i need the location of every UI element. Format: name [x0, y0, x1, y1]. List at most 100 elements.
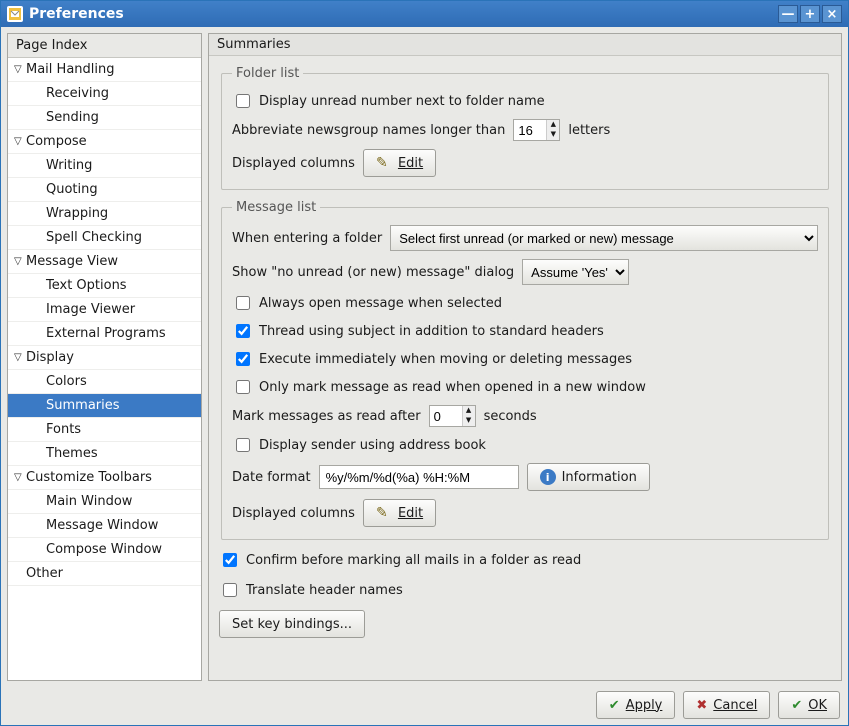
- sidebar-item-image-viewer[interactable]: Image Viewer: [8, 298, 201, 322]
- execute-immediately-label: Execute immediately when moving or delet…: [259, 352, 632, 367]
- folder-edit-columns-button[interactable]: Edit: [363, 149, 436, 177]
- ok-button[interactable]: OK: [778, 691, 840, 719]
- display-unread-input[interactable]: [236, 94, 250, 108]
- sidebar-group-display[interactable]: ▽ Display: [8, 346, 201, 370]
- sidebar-group-message-view[interactable]: ▽ Message View: [8, 250, 201, 274]
- information-button[interactable]: i Information: [527, 463, 650, 491]
- only-mark-window-input[interactable]: [236, 380, 250, 394]
- sidebar-item-colors[interactable]: Colors: [8, 370, 201, 394]
- sidebar-item-summaries[interactable]: Summaries: [8, 394, 201, 418]
- apply-button[interactable]: Apply: [596, 691, 676, 719]
- confirm-mark-all-checkbox[interactable]: Confirm before marking all mails in a fo…: [219, 550, 581, 570]
- mark-read-suffix: seconds: [484, 409, 537, 424]
- app-icon: [7, 6, 23, 22]
- edit-icon: [376, 505, 392, 521]
- preferences-window: Preferences — + × Page Index ▽ Mail Hand…: [0, 0, 849, 726]
- sidebar: Page Index ▽ Mail Handling Receiving Sen…: [7, 33, 202, 681]
- sidebar-item-wrapping[interactable]: Wrapping: [8, 202, 201, 226]
- apply-icon: [609, 698, 620, 713]
- edit-icon: [376, 155, 392, 171]
- sidebar-group-label: Customize Toolbars: [26, 470, 152, 485]
- content-panel: Summaries Folder list Display unread num…: [208, 33, 842, 681]
- edit-button-label: Edit: [398, 156, 423, 171]
- date-format-label: Date format: [232, 470, 311, 485]
- mark-read-spinner[interactable]: ▲▼: [429, 405, 476, 427]
- display-unread-label: Display unread number next to folder nam…: [259, 94, 545, 109]
- maximize-button[interactable]: +: [800, 5, 820, 23]
- spin-up-icon[interactable]: ▲: [463, 406, 475, 416]
- thread-subject-checkbox[interactable]: Thread using subject in addition to stan…: [232, 321, 604, 341]
- chevron-down-icon: ▽: [14, 136, 26, 147]
- execute-immediately-input[interactable]: [236, 352, 250, 366]
- sidebar-item-external-programs[interactable]: External Programs: [8, 322, 201, 346]
- abbrev-prefix: Abbreviate newsgroup names longer than: [232, 123, 505, 138]
- only-mark-window-label: Only mark message as read when opened in…: [259, 380, 646, 395]
- display-sender-ab-label: Display sender using address book: [259, 438, 486, 453]
- translate-headers-input[interactable]: [223, 583, 237, 597]
- message-list-legend: Message list: [232, 200, 320, 215]
- only-mark-window-checkbox[interactable]: Only mark message as read when opened in…: [232, 377, 646, 397]
- confirm-mark-all-input[interactable]: [223, 553, 237, 567]
- spin-up-icon[interactable]: ▲: [547, 120, 559, 130]
- info-icon: i: [540, 469, 556, 485]
- message-list-group: Message list When entering a folder Sele…: [221, 200, 829, 540]
- thread-subject-label: Thread using subject in addition to stan…: [259, 324, 604, 339]
- sidebar-item-text-options[interactable]: Text Options: [8, 274, 201, 298]
- cancel-icon: [696, 698, 707, 713]
- no-unread-label: Show "no unread (or new) message" dialog: [232, 265, 514, 280]
- sidebar-item-spell-checking[interactable]: Spell Checking: [8, 226, 201, 250]
- abbrev-suffix: letters: [568, 123, 610, 138]
- close-button[interactable]: ×: [822, 5, 842, 23]
- display-sender-ab-input[interactable]: [236, 438, 250, 452]
- minimize-button[interactable]: —: [778, 5, 798, 23]
- sidebar-item-compose-window[interactable]: Compose Window: [8, 538, 201, 562]
- spin-down-icon[interactable]: ▼: [547, 130, 559, 140]
- chevron-down-icon: ▽: [14, 472, 26, 483]
- chevron-down-icon: ▽: [14, 352, 26, 363]
- always-open-input[interactable]: [236, 296, 250, 310]
- always-open-checkbox[interactable]: Always open message when selected: [232, 293, 502, 313]
- mark-read-prefix: Mark messages as read after: [232, 409, 421, 424]
- abbrev-spinner[interactable]: ▲▼: [513, 119, 560, 141]
- display-sender-ab-checkbox[interactable]: Display sender using address book: [232, 435, 486, 455]
- mark-read-input[interactable]: [430, 406, 462, 426]
- sidebar-item-other[interactable]: Other: [8, 562, 201, 586]
- cancel-button[interactable]: Cancel: [683, 691, 770, 719]
- sidebar-item-quoting[interactable]: Quoting: [8, 178, 201, 202]
- translate-headers-label: Translate header names: [246, 583, 403, 598]
- sidebar-item-fonts[interactable]: Fonts: [8, 418, 201, 442]
- titlebar[interactable]: Preferences — + ×: [1, 1, 848, 27]
- folder-displayed-columns-label: Displayed columns: [232, 156, 355, 171]
- msg-displayed-columns-label: Displayed columns: [232, 506, 355, 521]
- sidebar-item-themes[interactable]: Themes: [8, 442, 201, 466]
- sidebar-item-writing[interactable]: Writing: [8, 154, 201, 178]
- folder-list-legend: Folder list: [232, 66, 303, 81]
- sidebar-item-main-window[interactable]: Main Window: [8, 490, 201, 514]
- when-entering-label: When entering a folder: [232, 231, 382, 246]
- set-key-bindings-button[interactable]: Set key bindings...: [219, 610, 365, 638]
- chevron-down-icon: ▽: [14, 256, 26, 267]
- sidebar-group-compose[interactable]: ▽ Compose: [8, 130, 201, 154]
- confirm-mark-all-label: Confirm before marking all mails in a fo…: [246, 553, 581, 568]
- spin-down-icon[interactable]: ▼: [463, 416, 475, 426]
- abbrev-input[interactable]: [514, 120, 546, 140]
- sidebar-item-sending[interactable]: Sending: [8, 106, 201, 130]
- when-entering-select[interactable]: Select first unread (or marked or new) m…: [390, 225, 818, 251]
- msg-edit-columns-button[interactable]: Edit: [363, 499, 436, 527]
- sidebar-item-message-window[interactable]: Message Window: [8, 514, 201, 538]
- window-title: Preferences: [29, 6, 778, 22]
- thread-subject-input[interactable]: [236, 324, 250, 338]
- date-format-input[interactable]: [319, 465, 519, 489]
- sidebar-item-label: Other: [26, 566, 63, 581]
- no-unread-select[interactable]: Assume 'Yes': [522, 259, 629, 285]
- sidebar-group-mail-handling[interactable]: ▽ Mail Handling: [8, 58, 201, 82]
- sidebar-group-label: Display: [26, 350, 74, 365]
- cancel-label: Cancel: [713, 698, 757, 713]
- set-key-bindings-label: Set key bindings...: [232, 617, 352, 632]
- sidebar-item-receiving[interactable]: Receiving: [8, 82, 201, 106]
- execute-immediately-checkbox[interactable]: Execute immediately when moving or delet…: [232, 349, 632, 369]
- sidebar-group-label: Compose: [26, 134, 87, 149]
- translate-headers-checkbox[interactable]: Translate header names: [219, 580, 403, 600]
- sidebar-group-customize-toolbars[interactable]: ▽ Customize Toolbars: [8, 466, 201, 490]
- display-unread-checkbox[interactable]: Display unread number next to folder nam…: [232, 91, 545, 111]
